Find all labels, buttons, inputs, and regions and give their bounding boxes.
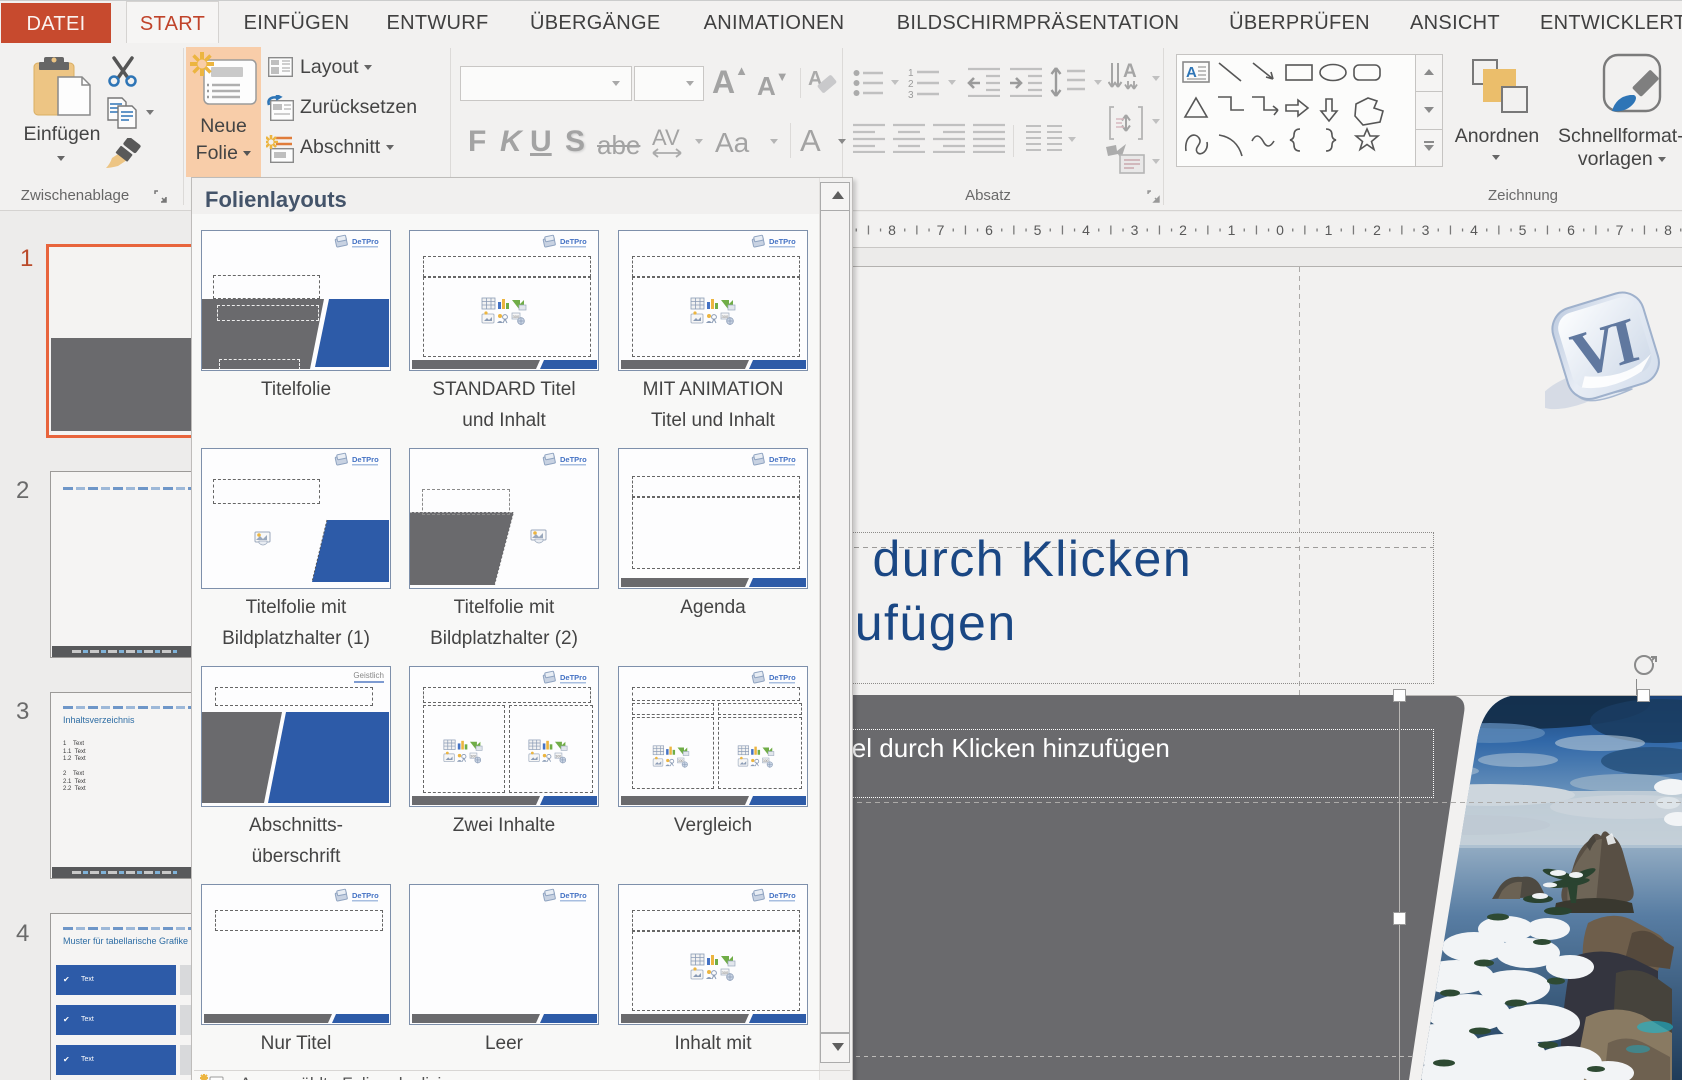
svg-text:DeTPro: DeTPro	[352, 237, 379, 246]
svg-text:300: 300	[470, 754, 476, 758]
svg-text:7: 7	[1616, 222, 1624, 238]
svg-text:3: 3	[1422, 222, 1430, 238]
svg-text:A: A	[1123, 61, 1137, 82]
svg-text:4: 4	[1082, 222, 1090, 238]
svg-text:DeTPro: DeTPro	[769, 891, 796, 900]
svg-text:300: 300	[555, 754, 561, 758]
svg-text:DeTPro: DeTPro	[352, 891, 379, 900]
svg-text:DeTPro: DeTPro	[560, 891, 587, 900]
svg-text:6: 6	[985, 222, 993, 238]
svg-text:1: 1	[908, 68, 914, 79]
svg-text:2: 2	[1179, 222, 1187, 238]
svg-text:1: 1	[1325, 222, 1333, 238]
svg-text:8: 8	[1664, 222, 1672, 238]
svg-text:2: 2	[908, 79, 914, 90]
svg-text:8: 8	[888, 222, 896, 238]
svg-text:5: 5	[1519, 222, 1527, 238]
svg-text:DeTPro: DeTPro	[352, 455, 379, 464]
svg-text:DeTPro: DeTPro	[769, 673, 796, 682]
svg-text:6: 6	[1567, 222, 1575, 238]
svg-text:2: 2	[1373, 222, 1381, 238]
svg-text:3: 3	[908, 90, 914, 99]
svg-text:DeTPro: DeTPro	[769, 455, 796, 464]
svg-text:7: 7	[937, 222, 945, 238]
svg-text:DeTPro: DeTPro	[560, 455, 587, 464]
svg-text:3: 3	[1131, 222, 1139, 238]
svg-text:4: 4	[1470, 222, 1478, 238]
svg-text:DeTPro: DeTPro	[560, 237, 587, 246]
svg-text:DeTPro: DeTPro	[769, 237, 796, 246]
svg-text:5: 5	[1034, 222, 1042, 238]
svg-text:0: 0	[1276, 222, 1284, 238]
svg-text:DeTPro: DeTPro	[560, 673, 587, 682]
svg-text:1: 1	[1228, 222, 1236, 238]
